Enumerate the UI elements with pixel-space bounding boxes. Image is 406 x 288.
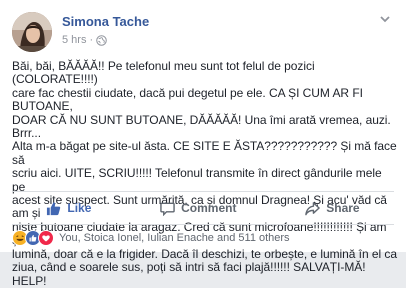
author-name[interactable]: Simona Tache: [62, 14, 149, 30]
reactions-text: You, Stoica Ionel, Iulian Enache and 511…: [59, 232, 290, 244]
meta-separator: ·: [89, 34, 94, 46]
facebook-post: Simona Tache 5 hrs · Băi, băi, BĂĂĂĂ!! P…: [0, 0, 406, 287]
post-text-line: DOAR CĂ NU SUNT BUTOANE, DĂĂĂĂĂ! Una îmi…: [12, 112, 391, 141]
post-text-line: lumină, doar că e la frigider. Dacă îl d…: [12, 246, 397, 261]
post-text-line: ziua, când e soarele sus, poți să intri …: [12, 260, 366, 288]
actions-bottom-divider: [12, 224, 394, 225]
comment-icon: [160, 202, 175, 216]
comment-label: Comment: [181, 201, 237, 215]
like-label: Like: [67, 201, 92, 215]
comment-button[interactable]: Comment: [160, 201, 236, 216]
author-avatar[interactable]: [12, 12, 52, 52]
chevron-down-icon[interactable]: [376, 12, 394, 26]
share-label: Share: [326, 201, 360, 215]
like-button[interactable]: Like: [46, 201, 91, 216]
post-header: Simona Tache 5 hrs ·: [12, 12, 394, 52]
share-button[interactable]: Share: [305, 201, 360, 216]
actions-top-divider: [12, 191, 394, 192]
love-reaction-icon: [38, 230, 54, 246]
post-text-line: Băi, băi, BĂĂĂĂ!! Pe telefonul meu sunt …: [12, 59, 315, 87]
post-text-line: Alta m-a băgat pe site-ul ăsta. CE SITE …: [12, 139, 397, 167]
post-text: Băi, băi, BĂĂĂĂ!! Pe telefonul meu sunt …: [12, 59, 398, 288]
post-actions: Like Comment Share: [12, 195, 394, 221]
share-icon: [305, 201, 320, 215]
post-text-line: care fac chestii ciudate, dacă pui deget…: [12, 85, 363, 114]
thumbs-up-icon: [47, 201, 61, 215]
globe-icon[interactable]: [96, 34, 107, 46]
post-timestamp[interactable]: 5 hrs: [62, 33, 86, 47]
post-meta: 5 hrs ·: [62, 33, 107, 47]
avatar-photo: [12, 12, 52, 52]
reactions-summary[interactable]: You, Stoica Ionel, Iulian Enache and 511…: [12, 230, 290, 246]
